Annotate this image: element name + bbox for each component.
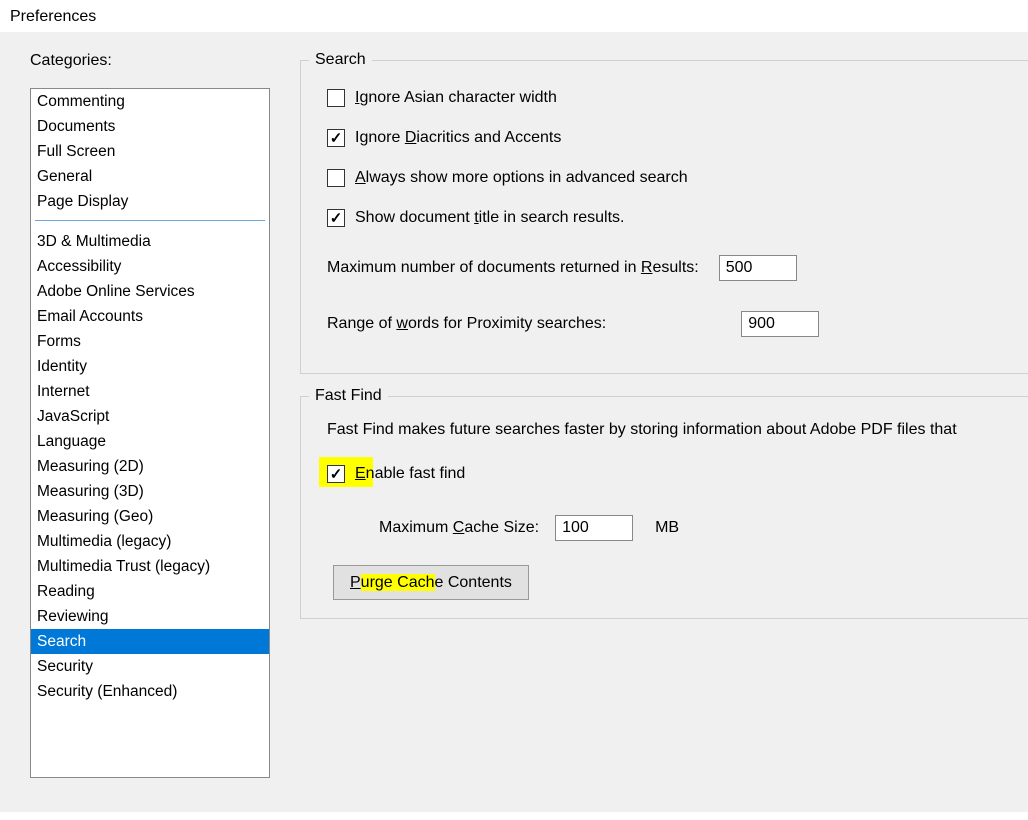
cache-size-label: Maximum Cache Size: [379,519,539,537]
ignore-diacritics-checkbox[interactable] [327,129,345,147]
settings-panel: Search Ignore Asian character width Igno… [300,52,1028,778]
always-more-row: Always show more options in advanced sea… [327,169,1008,187]
category-item[interactable]: General [31,164,269,189]
sidebar: Categories: CommentingDocumentsFull Scre… [30,52,270,778]
ignore-asian-label: Ignore Asian character width [355,89,557,107]
proximity-label: Range of words for Proximity searches: [327,315,606,333]
category-item[interactable]: Security [31,654,269,679]
proximity-input[interactable] [741,311,819,337]
category-divider [35,220,265,221]
category-item[interactable]: Email Accounts [31,304,269,329]
category-item[interactable]: Multimedia (legacy) [31,529,269,554]
category-item[interactable]: Page Display [31,189,269,214]
enable-fast-find-row: Enable fast find [327,465,1008,483]
category-item[interactable]: Measuring (Geo) [31,504,269,529]
category-item[interactable]: Reading [31,579,269,604]
enable-fast-find-checkbox[interactable] [327,465,345,483]
search-group-title: Search [309,51,372,69]
show-title-checkbox[interactable] [327,209,345,227]
category-item[interactable]: Accessibility [31,254,269,279]
category-item[interactable]: Search [31,629,269,654]
fast-find-description: Fast Find makes future searches faster b… [327,421,1008,439]
category-item[interactable]: Measuring (3D) [31,479,269,504]
category-item[interactable]: Adobe Online Services [31,279,269,304]
search-group: Search Ignore Asian character width Igno… [300,60,1028,374]
content-area: Categories: CommentingDocumentsFull Scre… [0,32,1028,812]
categories-label: Categories: [30,52,270,70]
category-item[interactable]: Language [31,429,269,454]
max-docs-label: Maximum number of documents returned in … [327,259,699,277]
category-item[interactable]: Internet [31,379,269,404]
category-item[interactable]: Commenting [31,89,269,114]
category-item[interactable]: JavaScript [31,404,269,429]
category-item[interactable]: 3D & Multimedia [31,229,269,254]
category-item[interactable]: Security (Enhanced) [31,679,269,704]
category-item[interactable]: Documents [31,114,269,139]
category-item[interactable]: Reviewing [31,604,269,629]
category-list[interactable]: CommentingDocumentsFull ScreenGeneralPag… [30,88,270,778]
max-docs-row: Maximum number of documents returned in … [327,255,1008,281]
category-item[interactable]: Identity [31,354,269,379]
fast-find-group-title: Fast Find [309,387,388,405]
ignore-diacritics-label: Ignore Diacritics and Accents [355,129,561,147]
max-docs-input[interactable] [719,255,797,281]
window-title: Preferences [0,0,1028,32]
ignore-diacritics-row: Ignore Diacritics and Accents [327,129,1008,147]
always-more-checkbox[interactable] [327,169,345,187]
cache-size-unit: MB [655,519,679,537]
cache-size-row: Maximum Cache Size: MB [379,515,1008,541]
proximity-row: Range of words for Proximity searches: [327,311,1008,337]
enable-fast-find-label: Enable fast find [355,465,465,483]
category-item[interactable]: Multimedia Trust (legacy) [31,554,269,579]
category-item[interactable]: Measuring (2D) [31,454,269,479]
show-title-label: Show document title in search results. [355,209,624,227]
category-item[interactable]: Forms [31,329,269,354]
ignore-asian-row: Ignore Asian character width [327,89,1008,107]
ignore-asian-checkbox[interactable] [327,89,345,107]
always-more-label: Always show more options in advanced sea… [355,169,688,187]
cache-size-input[interactable] [555,515,633,541]
fast-find-group: Fast Find Fast Find makes future searche… [300,396,1028,619]
category-item[interactable]: Full Screen [31,139,269,164]
purge-cache-button[interactable]: Purge Cache Contents [333,565,529,600]
show-title-row: Show document title in search results. [327,209,1008,227]
